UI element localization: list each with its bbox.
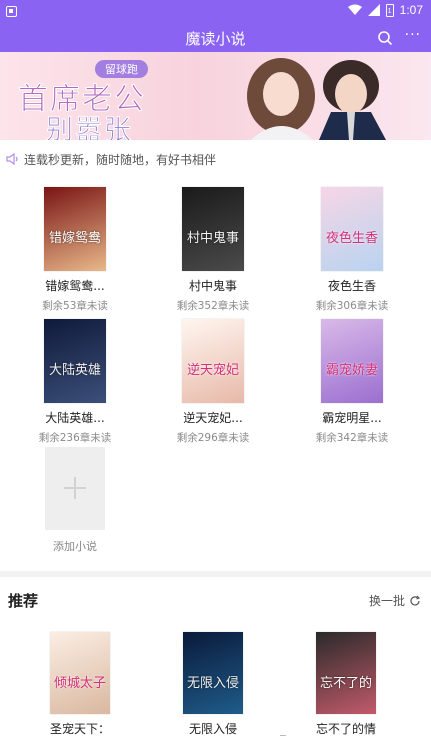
speaker-icon	[6, 153, 18, 165]
app-title: 魔读小说	[185, 30, 246, 48]
wifi-icon	[347, 4, 362, 15]
cover-title: 倾城太子	[53, 676, 106, 691]
recommend-book[interactable]: 无限入侵 无限入侵	[158, 632, 268, 737]
cover-title: 村中鬼事	[186, 231, 239, 246]
refresh-icon	[410, 595, 421, 605]
refresh-batch-button[interactable]: 换一批	[369, 592, 421, 609]
more-options-icon[interactable]: ···	[405, 27, 421, 43]
book-cover[interactable]: 无限入侵	[183, 632, 243, 714]
status-time: 1:07	[399, 3, 423, 17]
app-bar: 魔读小说 ···	[0, 24, 431, 52]
cover-title: 大陆英雄	[48, 363, 101, 378]
battery-icon: 1	[385, 3, 394, 17]
section-divider	[0, 571, 431, 577]
book-cover[interactable]: 逆天宠妃	[182, 319, 244, 403]
book-cover[interactable]: 夜色生香	[321, 187, 383, 271]
shelf-book[interactable]: 村中鬼事 村中鬼事 剩余352章未读	[158, 187, 268, 313]
cover-title: 无限入侵	[186, 676, 239, 691]
book-cover[interactable]: 大陆英雄	[44, 319, 106, 403]
book-title: 逆天宠妃...	[183, 411, 243, 425]
recommend-title: 推荐	[8, 592, 39, 610]
signal-icon	[367, 4, 380, 16]
add-novel-button[interactable]	[45, 447, 105, 530]
book-cover[interactable]: 忘不了的	[316, 632, 376, 714]
book-progress: 剩余236章未读	[38, 432, 112, 444]
book-cover[interactable]: 倾城太子	[50, 632, 110, 714]
notice-bar: 连载秒更新，随时随地，有好书相伴	[0, 140, 431, 178]
banner[interactable]: 留球跑 首席老公 别嚣张	[0, 52, 431, 140]
book-title: 大陆英雄...	[45, 411, 105, 425]
cover-title: 夜色生香	[325, 231, 378, 246]
notice-text: 连载秒更新，随时随地，有好书相伴	[24, 152, 217, 167]
cover-title: 错嫁鸳鸯	[48, 231, 101, 246]
search-icon[interactable]	[377, 30, 393, 46]
book-progress: 剩余352章未读	[176, 300, 250, 312]
book-progress: 剩余296章未读	[176, 432, 250, 444]
notification-icon	[6, 6, 17, 17]
book-cover[interactable]: 村中鬼事	[182, 187, 244, 271]
book-progress: 剩余53章未读	[42, 300, 108, 312]
recommend-book[interactable]: 忘不了的 忘不了的情	[291, 632, 401, 737]
shelf-book[interactable]: 错嫁鸳鸯 错嫁鸳鸯... 剩余53章未读	[20, 187, 130, 313]
book-cover[interactable]: 错嫁鸳鸯	[44, 187, 106, 271]
book-title: 霸宠明星...	[322, 411, 382, 425]
add-novel-label: 添加小说	[53, 540, 97, 553]
banner-couple-illustration	[247, 58, 386, 140]
refresh-label: 换一批	[368, 594, 405, 608]
shelf-book[interactable]: 夜色生香 夜色生香 剩余306章未读	[297, 187, 407, 313]
cover-title: 逆天宠妃	[186, 363, 239, 378]
shelf-book[interactable]: 逆天宠妃 逆天宠妃... 剩余296章未读	[158, 319, 268, 445]
book-title: 错嫁鸳鸯...	[45, 279, 105, 293]
book-title: 夜色生香	[327, 279, 376, 293]
book-progress: 剩余342章未读	[315, 432, 389, 444]
book-cover[interactable]: 霸宠娇妻	[321, 319, 383, 403]
recommend-book[interactable]: 倾城太子 圣宠天下：	[25, 632, 135, 737]
cover-title: 忘不了的	[319, 676, 372, 691]
cover-title: 霸宠娇妻	[325, 363, 378, 378]
shelf-book[interactable]: 大陆英雄 大陆英雄... 剩余236章未读	[20, 319, 130, 445]
book-progress: 剩余306章未读	[315, 300, 389, 312]
status-bar: 1 1:07	[0, 0, 431, 24]
battery-level: 1	[387, 7, 392, 15]
banner-title-line2: 别嚣张	[46, 115, 133, 141]
shelf-book[interactable]: 霸宠娇妻 霸宠明星... 剩余342章未读	[297, 319, 407, 445]
scroll-hint	[0, 734, 431, 739]
book-title: 村中鬼事	[188, 279, 237, 293]
